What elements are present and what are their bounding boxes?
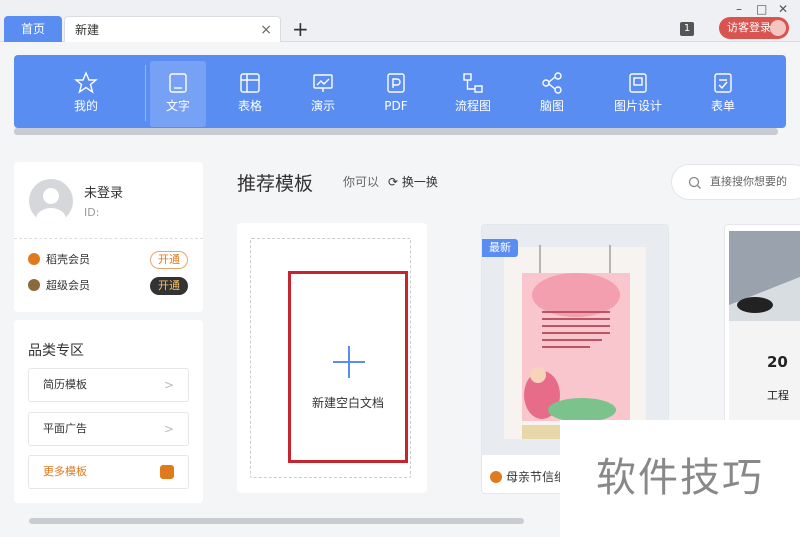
search-input[interactable]: 直接搜你想要的	[671, 164, 800, 200]
mindmap-icon	[542, 72, 562, 94]
open-docer-member-button[interactable]: 开通	[150, 251, 188, 269]
presentation-icon	[313, 74, 333, 92]
section-title: 推荐模板	[237, 173, 314, 195]
tab-home[interactable]: 首页	[4, 16, 62, 42]
tool-pdf[interactable]: PDF	[368, 61, 424, 127]
category-resume[interactable]: 简历模板 >	[28, 368, 189, 402]
search-placeholder: 直接搜你想要的	[710, 175, 787, 188]
tool-mindmap[interactable]: 脑图	[524, 61, 580, 127]
guest-login-button[interactable]: 访客登录	[719, 17, 789, 39]
tool-form[interactable]: 表单	[695, 61, 751, 127]
template-card[interactable]: 20 工程	[724, 224, 800, 424]
category-card: 品类专区 简历模板 > 平面广告 > 更多模板	[14, 320, 203, 503]
refresh-icon: ⟳	[388, 175, 402, 189]
docer-member-row: 稻壳会员	[28, 251, 90, 269]
image-design-icon	[629, 73, 647, 93]
super-member-row: 超级会员	[28, 277, 90, 295]
new-badge: 最新	[482, 239, 518, 257]
refresh-button[interactable]: ⟳ 换一换	[388, 173, 438, 190]
horizontal-scrollbar[interactable]	[29, 518, 524, 524]
tab-new-label: 新建	[75, 23, 100, 37]
add-tab-icon[interactable]: +	[292, 16, 309, 42]
tool-label: 图片设计	[613, 99, 662, 113]
template-name: 母亲节信纸	[506, 470, 567, 484]
tool-label: 表格	[237, 99, 262, 113]
plus-icon	[333, 346, 365, 378]
template-subtitle: 工程	[767, 389, 789, 402]
tool-text[interactable]: 文字	[150, 61, 206, 127]
user-id: ID:	[84, 206, 100, 219]
tool-label: 脑图	[539, 99, 564, 113]
docer-member-icon	[28, 253, 40, 265]
maximize-icon[interactable]: □	[756, 2, 767, 16]
flowchart-icon	[463, 73, 483, 93]
app-category-toolbar: 我的 文字 表格 演示 PDF 流程图 脑图 图片设计 表单	[14, 55, 786, 128]
star-icon	[74, 71, 98, 94]
user-name[interactable]: 未登录	[84, 182, 123, 201]
super-member-icon	[28, 279, 40, 291]
blank-document-card: 新建空白文档	[237, 223, 427, 493]
toolbar-scrollbar[interactable]	[14, 128, 778, 135]
tool-label: PDF	[384, 99, 408, 113]
member-label: 稻壳会员	[46, 253, 90, 266]
notification-badge[interactable]: 1	[680, 22, 694, 36]
tool-label: 演示	[310, 99, 335, 113]
refresh-label: 换一换	[401, 175, 438, 189]
guest-avatar-icon	[770, 20, 786, 36]
window-close-icon[interactable]: ✕	[778, 2, 788, 16]
category-label: 更多模板	[43, 465, 87, 478]
blank-document-area[interactable]: 新建空白文档	[250, 238, 411, 478]
close-icon[interactable]: ×	[260, 17, 272, 43]
tool-label: 我的	[73, 99, 98, 113]
search-icon	[688, 176, 701, 189]
tool-label: 表单	[710, 99, 735, 113]
open-super-member-button[interactable]: 开通	[150, 277, 188, 295]
tool-mine[interactable]: 我的	[58, 61, 114, 127]
spreadsheet-icon	[240, 73, 260, 93]
divider	[14, 238, 203, 239]
minimize-icon[interactable]: –	[736, 2, 742, 16]
section-subtitle: 你可以	[343, 175, 380, 189]
category-more[interactable]: 更多模板	[28, 455, 189, 489]
new-blank-document-label: 新建空白文档	[311, 396, 384, 410]
guest-login-label: 访客登录	[727, 21, 771, 34]
chevron-right-icon: >	[163, 422, 174, 436]
tool-presentation[interactable]: 演示	[295, 61, 351, 127]
avatar[interactable]	[29, 179, 73, 223]
document-icon	[169, 73, 187, 93]
tool-label: 文字	[165, 99, 190, 113]
category-title: 品类专区	[28, 343, 84, 359]
title-bar: 首页 新建 × + – □ ✕ 1 访客登录	[0, 0, 800, 42]
form-icon	[714, 73, 732, 93]
highlight-box: 新建空白文档	[288, 271, 408, 463]
user-silhouette-icon	[36, 188, 66, 223]
template-title: 母亲节信纸	[490, 468, 566, 485]
category-label: 平面广告	[43, 422, 87, 435]
chevron-right-icon: >	[163, 378, 174, 392]
tool-flowchart[interactable]: 流程图	[441, 61, 505, 127]
tab-new[interactable]: 新建 ×	[64, 16, 281, 42]
docer-icon	[490, 471, 502, 483]
template-year: 20	[767, 353, 788, 371]
watermark: 软件技巧	[560, 420, 800, 537]
tool-spreadsheet[interactable]: 表格	[222, 61, 278, 127]
pdf-icon	[387, 73, 405, 93]
toolbar-divider	[145, 65, 146, 121]
tool-label: 流程图	[454, 99, 491, 113]
more-templates-icon	[160, 465, 174, 479]
category-label: 简历模板	[43, 378, 87, 391]
tool-image-design[interactable]: 图片设计	[604, 61, 672, 127]
member-label: 超级会员	[46, 279, 90, 292]
category-ads[interactable]: 平面广告 >	[28, 412, 189, 446]
user-card: 未登录 ID: 稻壳会员 开通 超级会员 开通	[14, 162, 203, 312]
